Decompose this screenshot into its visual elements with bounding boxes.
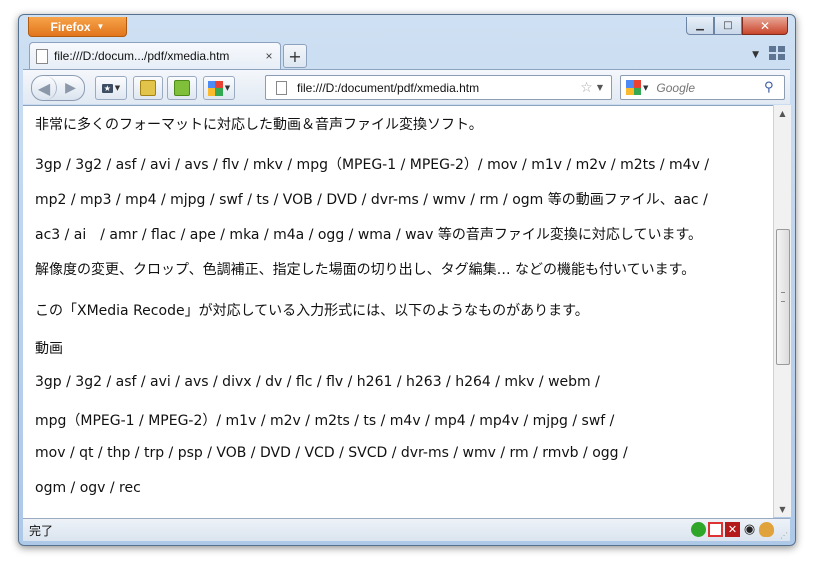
chevron-down-icon: ▼: [96, 22, 105, 31]
addon-red-icon[interactable]: [708, 522, 723, 537]
chevron-down-icon: ▼: [114, 84, 121, 92]
status-icons: ✕ ◉: [691, 522, 774, 537]
text-line: この「XMedia Recode」が対応している入力形式には、以下のようなものが…: [35, 303, 589, 319]
google-icon[interactable]: [626, 80, 641, 95]
bookmark-star-icon[interactable]: ☆: [580, 80, 593, 96]
navigation-toolbar: ◀ ▶ ★▼ ▼ ☆ ▼ ▼ ⚲: [23, 69, 790, 104]
back-arrow-icon: ◀: [37, 78, 51, 98]
url-history-dropdown-icon[interactable]: ▼: [597, 83, 603, 92]
firefox-menu-button[interactable]: Firefox ▼: [28, 17, 127, 37]
maximize-icon: □: [723, 20, 733, 31]
text-line: 解像度の変更、クロップ、色調補正、指定した場面の切り出し、タグ編集… などの機能…: [35, 262, 696, 278]
tab-close-button[interactable]: ×: [262, 49, 276, 63]
section-heading: 動画: [35, 341, 63, 357]
scroll-down-icon[interactable]: ▼: [774, 501, 791, 517]
tab-xmedia[interactable]: file:///D:/docum.../pdf/xmedia.htm ×: [29, 42, 281, 69]
firebug-icon[interactable]: [759, 522, 774, 537]
page-icon: [276, 80, 287, 95]
scroll-up-icon[interactable]: ▲: [774, 105, 791, 121]
text-line: ac3 / ai / amr / flac / ape / mka / m4a …: [35, 227, 703, 243]
tab-groups-icon[interactable]: [769, 46, 785, 60]
search-icon[interactable]: ⚲: [764, 80, 780, 95]
text-line: 非常に多くのフォーマットに対応した動画＆音声ファイル変換ソフト。: [35, 117, 483, 133]
grip-icon: [781, 292, 785, 302]
text-line: ogm / ogv / rec: [35, 480, 141, 496]
bookmarks-button[interactable]: ★ ▼: [95, 76, 127, 100]
page-icon: [36, 48, 48, 64]
bookmark-star-icon: ★: [101, 83, 113, 93]
vertical-scrollbar[interactable]: ▲ ▼: [773, 105, 791, 517]
chevron-down-icon[interactable]: ▼: [643, 84, 648, 92]
tab-label: file:///D:/docum.../pdf/xmedia.htm: [54, 49, 230, 63]
forward-button[interactable]: ▶: [57, 80, 84, 96]
text-line: mov / qt / thp / trp / psp / VOB / DVD /…: [35, 445, 628, 461]
puzzle-piece-icon: [174, 80, 190, 96]
search-bar[interactable]: ▼ ⚲: [620, 75, 785, 100]
eye-icon[interactable]: ◉: [742, 522, 757, 537]
text-line: mpg（MPEG-1 / MPEG-2）/ m1v / m2v / m2ts /…: [35, 413, 615, 429]
google-toolbar-button[interactable]: ▼: [203, 76, 235, 100]
addon-cube-icon: [140, 80, 156, 96]
page-content: 非常に多くのフォーマットに対応した動画＆音声ファイル変換ソフト。 3gp / 3…: [23, 105, 773, 518]
url-input[interactable]: [297, 80, 581, 95]
firefox-menu-label: Firefox: [50, 19, 91, 34]
status-bar: 完了 ✕ ◉ ⋰: [23, 518, 790, 541]
x-addon-icon[interactable]: ✕: [725, 522, 740, 537]
text-line: 3gp / 3g2 / asf / avi / avs / flv / mkv …: [35, 157, 710, 173]
window-controls: ▁ □ ✕: [686, 17, 788, 35]
text-line: mp2 / mp3 / mp4 / mjpg / swf / ts / VOB …: [35, 192, 708, 208]
scrollbar-thumb[interactable]: [776, 229, 790, 365]
browser-window: Firefox ▼ ▁ □ ✕ file:///D:/docum.../pdf/…: [18, 14, 796, 546]
chevron-down-icon: ▼: [224, 84, 231, 92]
list-all-tabs-icon[interactable]: ▼: [752, 50, 759, 60]
close-window-button[interactable]: ✕: [742, 17, 788, 35]
addon-button-1[interactable]: [133, 76, 163, 100]
green-status-icon[interactable]: [691, 522, 706, 537]
minimize-icon: ▁: [696, 20, 704, 31]
minimize-button[interactable]: ▁: [686, 17, 714, 35]
close-icon: ✕: [759, 18, 771, 33]
search-input[interactable]: [654, 79, 764, 96]
back-forward-group: ◀ ▶: [31, 75, 85, 101]
text-line: 3gp / 3g2 / asf / avi / avs / divx / dv …: [35, 374, 600, 390]
tab-strip: file:///D:/docum.../pdf/xmedia.htm × + ▼: [19, 40, 795, 69]
new-tab-button[interactable]: +: [283, 44, 307, 68]
google-icon: [207, 80, 223, 96]
resize-grip-icon[interactable]: ⋰: [780, 531, 788, 540]
status-text: 完了: [29, 524, 54, 538]
forward-arrow-icon: ▶: [65, 80, 76, 96]
addons-button[interactable]: [167, 76, 197, 100]
maximize-button[interactable]: □: [714, 17, 742, 35]
back-button[interactable]: ◀: [32, 76, 57, 100]
address-bar[interactable]: ☆ ▼: [265, 75, 612, 100]
